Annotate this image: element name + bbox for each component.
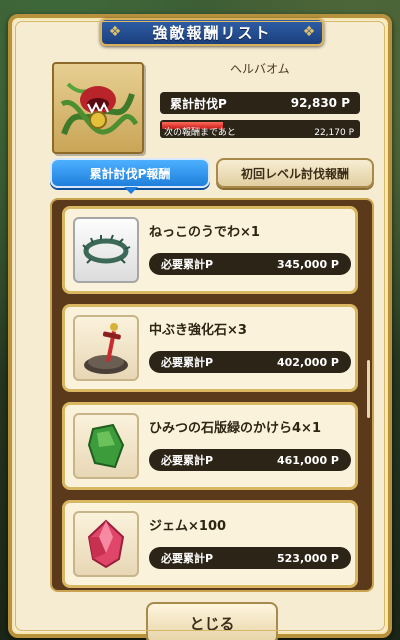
- monster-portrait: [52, 62, 144, 154]
- next-reward-progress: 次の報酬まであと 22,170 P: [160, 120, 360, 138]
- required-points-value: 402,000 P: [277, 355, 339, 369]
- tab-first-level[interactable]: 初回レベル討伐報酬: [216, 158, 374, 188]
- reward-name: ひみつの石版緑のかけら4×1: [149, 421, 321, 436]
- required-points: 必要累計P 461,000 P: [149, 449, 351, 471]
- ornament-left-icon: ❖: [108, 24, 122, 40]
- required-points-value: 345,000 P: [277, 257, 339, 271]
- list-item: ジェム×100 必要累計P 523,000 P: [62, 500, 358, 588]
- green-tablet-icon: [87, 423, 125, 469]
- dialog-title: 強敵報酬リスト: [152, 23, 272, 42]
- cumulative-points-box: 累計討伐P 92,830 P: [160, 92, 360, 114]
- sword-stone-icon: [84, 323, 128, 374]
- list-item: 中ぶき強化石×3 必要累計P 402,000 P: [62, 304, 358, 392]
- close-button[interactable]: とじる: [146, 602, 278, 640]
- title-plate: ❖ 強敵報酬リスト ❖: [100, 18, 324, 46]
- required-points-value: 523,000 P: [277, 551, 339, 565]
- required-points-value: 461,000 P: [277, 453, 339, 467]
- reward-list-dialog: ❖ 強敵報酬リスト ❖ ヘルバオム 累計討伐P 92,830 P 次の報酬まであ…: [8, 14, 392, 640]
- reward-icon-box: [73, 315, 139, 381]
- root-bracelet-icon: [82, 234, 131, 264]
- required-points-label: 必要累計P: [161, 454, 214, 467]
- reward-icon-box: [73, 217, 139, 283]
- required-points-label: 必要累計P: [161, 356, 214, 369]
- helbaom-monster-icon: [60, 82, 139, 136]
- reward-icon-box: [73, 413, 139, 479]
- cumulative-points-value: 92,830 P: [290, 96, 350, 110]
- reward-name: ねっこのうでわ×1: [149, 225, 260, 240]
- monster-name: ヘルバオム: [230, 62, 290, 76]
- ornament-right-icon: ❖: [302, 24, 316, 40]
- list-scrollbar[interactable]: [367, 360, 370, 418]
- next-reward-label: 次の報酬まであと: [164, 128, 236, 138]
- reward-list[interactable]: ねっこのうでわ×1 必要累計P 345,000 P 中ぶき強化石×3 必要累計P…: [50, 198, 374, 592]
- reward-icon-box: [73, 511, 139, 577]
- list-item: ひみつの石版緑のかけら4×1 必要累計P 461,000 P: [62, 402, 358, 490]
- required-points-label: 必要累計P: [161, 552, 214, 565]
- gem-icon: [87, 519, 125, 569]
- tab-cumulative-points[interactable]: 累計討伐P報酬: [50, 158, 210, 194]
- reward-name: ジェム×100: [149, 519, 227, 534]
- required-points: 必要累計P 345,000 P: [149, 253, 351, 275]
- cumulative-points-label: 累計討伐P: [170, 96, 227, 111]
- next-reward-value: 22,170 P: [314, 128, 354, 138]
- required-points: 必要累計P 402,000 P: [149, 351, 351, 373]
- required-points-label: 必要累計P: [161, 258, 214, 271]
- reward-name: 中ぶき強化石×3: [149, 323, 247, 338]
- required-points: 必要累計P 523,000 P: [149, 547, 351, 569]
- list-item: ねっこのうでわ×1 必要累計P 345,000 P: [62, 206, 358, 294]
